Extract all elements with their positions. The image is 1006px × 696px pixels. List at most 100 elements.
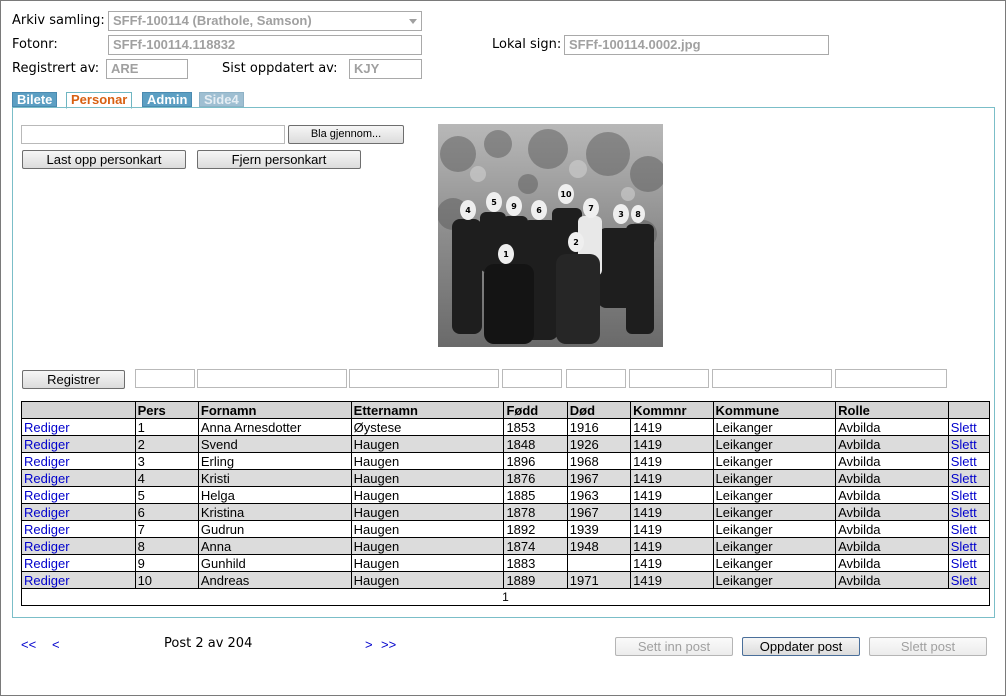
sist-oppdatert-label: Sist oppdatert av: [222, 61, 338, 76]
cell-dod: 1967 [566, 503, 632, 521]
tab-bilete[interactable]: Bilete [12, 92, 58, 107]
cell-etternamn: Haugen [350, 520, 505, 538]
page-number[interactable]: 1 [21, 588, 990, 606]
tab-admin[interactable]: Admin [142, 92, 193, 107]
browse-button[interactable]: Bla gjennom... [288, 125, 404, 144]
delete-link[interactable]: Slett [951, 488, 977, 503]
file-path-input[interactable] [21, 125, 285, 144]
delete-link[interactable]: Slett [951, 522, 977, 537]
edit-link[interactable]: Rediger [24, 573, 70, 588]
col-header-fodd[interactable]: Fødd [503, 401, 568, 419]
edit-link[interactable]: Rediger [24, 437, 70, 452]
last-page-link[interactable]: >> [381, 637, 396, 652]
cell-pers: 9 [134, 554, 199, 572]
kommnr-input[interactable] [629, 369, 709, 388]
persons-table: Pers Fornamn Etternamn Fødd Død Kommnr K… [21, 401, 991, 606]
delete-link[interactable]: Slett [951, 420, 977, 435]
cell-kommune: Leikanger [712, 435, 837, 453]
photo-number-6: 6 [536, 206, 542, 215]
delete-link[interactable]: Slett [951, 437, 977, 452]
tab-side4[interactable]: Side4 [199, 92, 244, 107]
edit-cell: Rediger [21, 520, 136, 538]
cell-fodd: 1892 [503, 520, 568, 538]
cell-fornamn: Anna [197, 537, 352, 555]
delete-link[interactable]: Slett [951, 573, 977, 588]
pers-input[interactable] [135, 369, 195, 388]
edit-cell: Rediger [21, 554, 136, 572]
lokal-sign-field[interactable]: SFFf-100114.0002.jpg [564, 35, 829, 55]
cell-kommune: Leikanger [712, 537, 837, 555]
col-header-kommnr[interactable]: Kommnr [630, 401, 714, 419]
cell-etternamn: Øystese [350, 418, 505, 436]
edit-link[interactable]: Rediger [24, 454, 70, 469]
cell-etternamn: Haugen [350, 469, 505, 487]
col-header-delete [947, 401, 991, 419]
cell-kommnr: 1419 [630, 554, 714, 572]
edit-link[interactable]: Rediger [24, 539, 70, 554]
group-photo-image: 4 5 9 6 10 7 3 8 1 2 [438, 124, 663, 347]
sist-oppdatert-field[interactable]: KJY [349, 59, 422, 79]
delete-link[interactable]: Slett [951, 556, 977, 571]
delete-link[interactable]: Slett [951, 505, 977, 520]
cell-rolle: Avbilda [835, 520, 949, 538]
edit-link[interactable]: Rediger [24, 488, 70, 503]
insert-post-button[interactable]: Sett inn post [615, 637, 733, 656]
arkiv-samling-value: SFFf-100114 (Brathole, Samson) [113, 13, 312, 28]
first-page-link[interactable]: << [21, 637, 36, 652]
cell-kommnr: 1419 [630, 452, 714, 470]
next-page-link[interactable]: > [365, 637, 373, 652]
edit-cell: Rediger [21, 537, 136, 555]
delete-link[interactable]: Slett [951, 454, 977, 469]
cell-fodd: 1876 [503, 469, 568, 487]
photo-number-5: 5 [491, 198, 497, 207]
table-row: Rediger 5 Helga Haugen 1885 1963 1419 Leikanger… [21, 486, 991, 504]
table-row: Rediger 2 Svend Haugen 1848 1926 1419 Leikanger… [21, 435, 991, 453]
cell-fornamn: Helga [197, 486, 352, 504]
table-row: Rediger 1 Anna Arnesdotter Øystese 1853 1916 1… [21, 418, 991, 436]
edit-link[interactable]: Rediger [24, 420, 70, 435]
registrert-av-field[interactable]: ARE [106, 59, 188, 79]
group-photo: 4 5 9 6 10 7 3 8 1 2 [438, 124, 663, 347]
fotonr-field[interactable]: SFFf-100114.118832 [108, 35, 422, 55]
cell-kommune: Leikanger [712, 503, 837, 521]
arkiv-samling-select[interactable]: SFFf-100114 (Brathole, Samson) [108, 11, 422, 31]
cell-fornamn: Gudrun [197, 520, 352, 538]
delete-post-button[interactable]: Slett post [869, 637, 987, 656]
prev-page-link[interactable]: < [52, 637, 60, 652]
col-header-fornamn[interactable]: Fornamn [197, 401, 352, 419]
cell-pers: 10 [134, 571, 199, 589]
delete-link[interactable]: Slett [951, 539, 977, 554]
upload-personkart-button[interactable]: Last opp personkart [22, 150, 186, 169]
registrert-av-label: Registrert av: [12, 61, 100, 76]
edit-link[interactable]: Rediger [24, 471, 70, 486]
table-row: Rediger 10 Andreas Haugen 1889 1971 1419 Leikan… [21, 571, 991, 589]
col-header-etternamn[interactable]: Etternamn [350, 401, 505, 419]
kommune-input[interactable] [712, 369, 832, 388]
col-header-edit [21, 401, 136, 419]
fornamn-input[interactable] [197, 369, 347, 388]
table-header-row: Pers Fornamn Etternamn Fødd Død Kommnr K… [21, 401, 991, 419]
edit-link[interactable]: Rediger [24, 556, 70, 571]
col-header-pers[interactable]: Pers [134, 401, 199, 419]
register-button[interactable]: Registrer [22, 370, 125, 389]
col-header-rolle[interactable]: Rolle [835, 401, 949, 419]
etternamn-input[interactable] [349, 369, 499, 388]
photo-number-7: 7 [588, 204, 594, 213]
cell-fornamn: Svend [197, 435, 352, 453]
edit-link[interactable]: Rediger [24, 522, 70, 537]
col-header-dod[interactable]: Død [566, 401, 632, 419]
edit-cell: Rediger [21, 503, 136, 521]
cell-fodd: 1874 [503, 537, 568, 555]
table-row: Rediger 9 Gunhild Haugen 1883 1419 Leikanger Av… [21, 554, 991, 572]
fodd-input[interactable] [502, 369, 562, 388]
delete-link[interactable]: Slett [951, 471, 977, 486]
edit-link[interactable]: Rediger [24, 505, 70, 520]
col-header-kommune[interactable]: Kommune [712, 401, 837, 419]
remove-personkart-button[interactable]: Fjern personkart [197, 150, 361, 169]
update-post-button[interactable]: Oppdater post [742, 637, 860, 656]
rolle-input[interactable] [835, 369, 947, 388]
cell-kommnr: 1419 [630, 418, 714, 436]
cell-kommune: Leikanger [712, 554, 837, 572]
dod-input[interactable] [566, 369, 626, 388]
photo-number-10: 10 [560, 190, 572, 199]
